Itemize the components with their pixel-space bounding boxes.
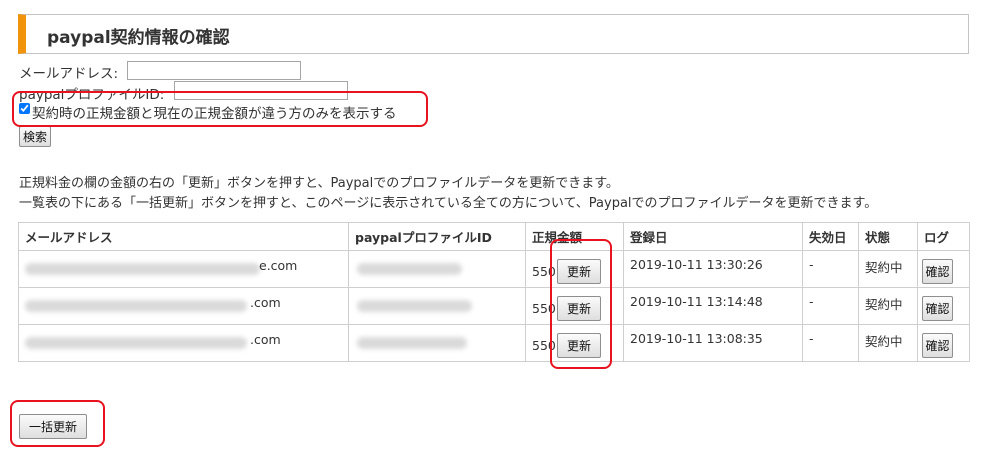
description-line-2: 一覧表の下にある「一括更新」ボタンを押すと、このページに表示されている全ての方に… bbox=[19, 196, 878, 211]
email-cell: e.com bbox=[18, 250, 349, 288]
diff-only-label: 契約時の正規金額と現在の正規金額が違う方のみを表示する bbox=[32, 106, 397, 122]
header-log: ログ bbox=[917, 222, 970, 251]
update-button[interactable]: 更新 bbox=[557, 333, 601, 358]
table-header-row: メールアドレス paypalプロファイルID 正規金額 登録日 失効日 状態 ロ… bbox=[18, 222, 970, 251]
description-line-1: 正規料金の欄の金額の右の「更新」ボタンを押すと、Paypalでのプロファイルデー… bbox=[19, 176, 619, 191]
email-suffix: .com bbox=[250, 332, 281, 347]
redacted-email bbox=[25, 300, 247, 312]
table-row: .com 550 更新 2019-10-11 13:14:48 - 契約中 確認 bbox=[18, 287, 970, 325]
email-cell: .com bbox=[18, 287, 349, 325]
status-cell: 契約中 bbox=[858, 324, 918, 362]
email-search-input[interactable] bbox=[127, 61, 301, 80]
email-label: メールアドレス: bbox=[19, 66, 119, 82]
registered-cell: 2019-10-11 13:14:48 bbox=[623, 287, 803, 325]
search-button[interactable]: 検索 bbox=[19, 126, 51, 147]
header-profile-id: paypalプロファイルID bbox=[348, 222, 526, 251]
update-button[interactable]: 更新 bbox=[557, 296, 601, 321]
header-price: 正規金額 bbox=[525, 222, 624, 251]
profile-id-label: paypalプロファイルID: bbox=[19, 87, 165, 103]
price-value: 550 bbox=[532, 338, 556, 353]
redacted-profile-id bbox=[357, 263, 462, 275]
email-cell: .com bbox=[18, 324, 349, 362]
profile-id-cell bbox=[348, 287, 526, 325]
log-cell: 確認 bbox=[917, 324, 970, 362]
header-registered: 登録日 bbox=[623, 222, 803, 251]
expired-cell: - bbox=[802, 287, 859, 325]
page-title: paypal契約情報の確認 bbox=[47, 28, 230, 48]
log-confirm-button[interactable]: 確認 bbox=[922, 333, 953, 358]
profile-id-search-input[interactable] bbox=[174, 81, 348, 100]
bulk-update-button[interactable]: 一括更新 bbox=[19, 414, 87, 439]
price-value: 550 bbox=[532, 301, 556, 316]
email-suffix: e.com bbox=[259, 258, 298, 273]
redacted-email bbox=[25, 337, 247, 349]
log-cell: 確認 bbox=[917, 287, 970, 325]
registered-cell: 2019-10-11 13:30:26 bbox=[623, 250, 803, 288]
page-header: paypal契約情報の確認 bbox=[18, 14, 969, 54]
price-cell: 550 更新 bbox=[525, 250, 624, 288]
redacted-email bbox=[25, 263, 260, 275]
redacted-profile-id bbox=[357, 337, 467, 349]
expired-cell: - bbox=[802, 324, 859, 362]
profile-id-cell bbox=[348, 250, 526, 288]
header-status: 状態 bbox=[858, 222, 918, 251]
log-confirm-button[interactable]: 確認 bbox=[922, 296, 953, 321]
status-cell: 契約中 bbox=[858, 250, 918, 288]
registered-cell: 2019-10-11 13:08:35 bbox=[623, 324, 803, 362]
price-value: 550 bbox=[532, 264, 556, 279]
log-cell: 確認 bbox=[917, 250, 970, 288]
redacted-profile-id bbox=[357, 300, 472, 312]
log-confirm-button[interactable]: 確認 bbox=[922, 259, 953, 284]
table-row: .com 550 更新 2019-10-11 13:08:35 - 契約中 確認 bbox=[18, 324, 970, 362]
price-cell: 550 更新 bbox=[525, 287, 624, 325]
header-expired: 失効日 bbox=[802, 222, 859, 251]
price-cell: 550 更新 bbox=[525, 324, 624, 362]
diff-only-checkbox[interactable] bbox=[19, 103, 30, 114]
email-suffix: .com bbox=[250, 295, 281, 310]
header-email: メールアドレス bbox=[18, 222, 349, 251]
status-cell: 契約中 bbox=[858, 287, 918, 325]
update-button[interactable]: 更新 bbox=[557, 259, 601, 284]
contract-table: メールアドレス paypalプロファイルID 正規金額 登録日 失効日 状態 ロ… bbox=[18, 222, 970, 362]
profile-id-cell bbox=[348, 324, 526, 362]
table-row: e.com 550 更新 2019-10-11 13:30:26 - 契約中 確… bbox=[18, 250, 970, 288]
expired-cell: - bbox=[802, 250, 859, 288]
